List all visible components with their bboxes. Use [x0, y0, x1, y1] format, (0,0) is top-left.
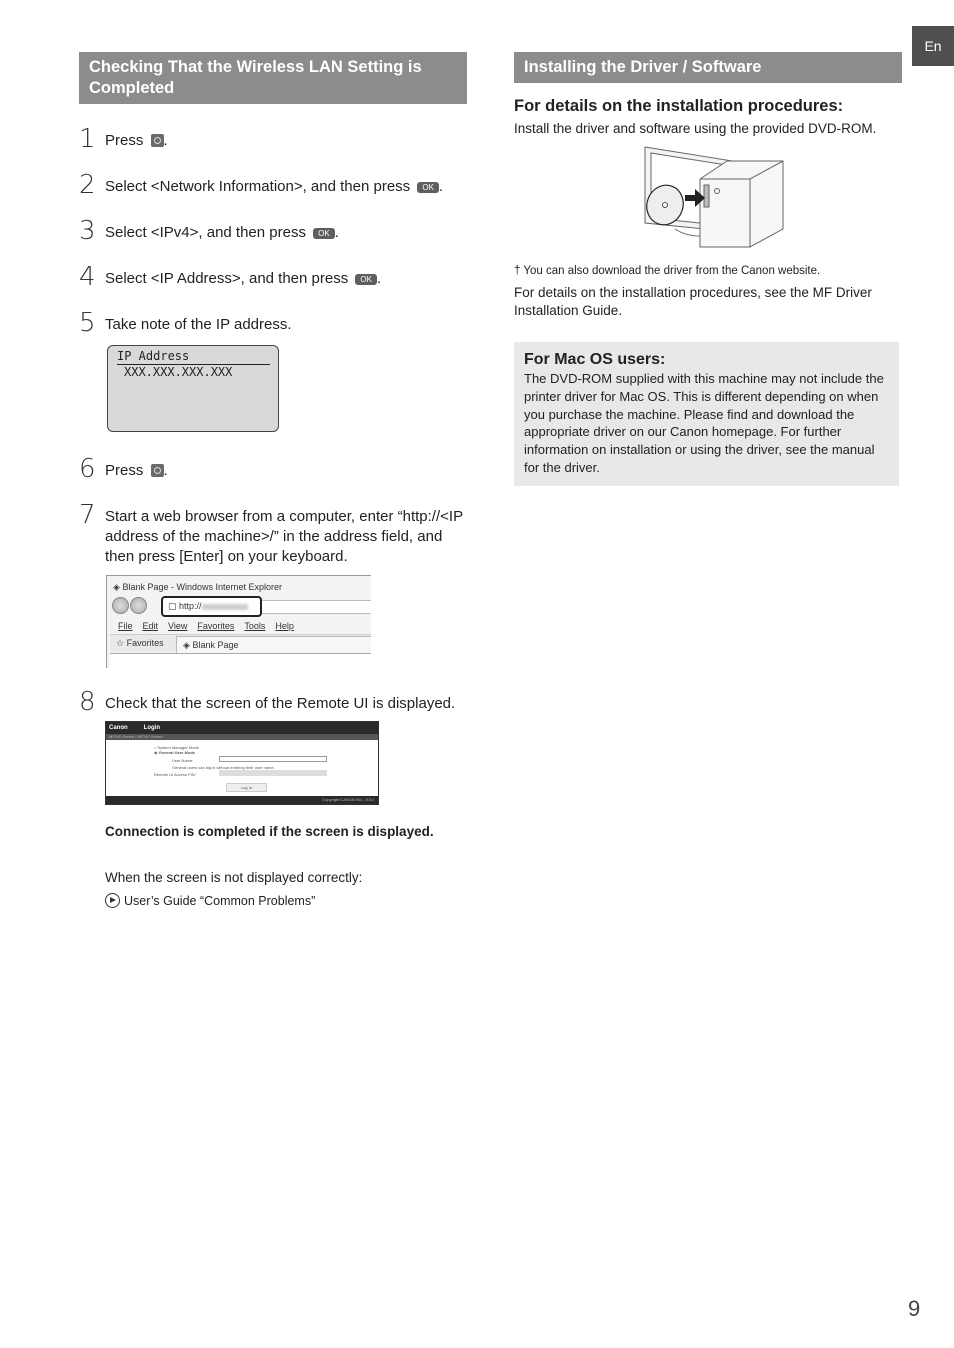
- step-text: Take note of the IP address.: [105, 316, 292, 333]
- forward-icon: [130, 597, 147, 614]
- step-number: 6: [79, 454, 96, 484]
- menu-help: Help: [275, 621, 294, 631]
- step-8: 8 Check that the screen of the Remote UI…: [79, 689, 467, 715]
- step-number: 7: [79, 500, 96, 530]
- lcd-display-illustration: IP Address XXX.XXX.XXX.XXX: [107, 345, 279, 432]
- remote-ui-screenshot: Canon Login MF240 Series / MF240 Series /…: [105, 721, 379, 805]
- section-header-wireless-check: Checking That the Wireless LAN Setting i…: [79, 52, 467, 104]
- pin-label: Remote UI Access PIN:: [154, 772, 196, 777]
- ok-button-icon: OK: [313, 228, 335, 239]
- period: .: [334, 224, 339, 241]
- step-text: Select <IP Address>, and then press: [105, 270, 353, 287]
- blurred-ip: [201, 603, 248, 610]
- page-icon: ▢: [168, 601, 177, 611]
- step-number: 2: [79, 170, 96, 200]
- browser-nav-buttons: [112, 597, 147, 614]
- home-button-icon: [150, 464, 164, 477]
- installation-guide-note: For details on the installation procedur…: [514, 285, 872, 318]
- period: .: [163, 462, 168, 479]
- step-text: Check that the screen of the Remote UI i…: [105, 695, 456, 712]
- language-tab[interactable]: En: [912, 26, 954, 66]
- login-title: Login: [143, 725, 160, 731]
- log-in-button: Log In: [226, 783, 267, 792]
- not-displayed-note: When the screen is not displayed correct…: [105, 870, 363, 885]
- install-intro: Install the driver and software using th…: [514, 121, 877, 136]
- step-1: 1 Press .: [79, 126, 467, 152]
- mac-os-body: The DVD-ROM supplied with this machine m…: [524, 371, 884, 475]
- ie-icon: ◈: [113, 582, 120, 592]
- step-text: Start a web browser from a computer, ent…: [105, 508, 463, 565]
- star-icon: ☆: [116, 638, 125, 648]
- step-4: 4 Select <IP Address>, and then press OK…: [79, 264, 467, 290]
- period: .: [163, 132, 168, 149]
- home-button-icon: [150, 134, 164, 147]
- step-text: Select <IPv4>, and then press: [105, 224, 311, 241]
- lcd-ip-value: XXX.XXX.XXX.XXX: [124, 365, 233, 379]
- pin-field: [219, 770, 327, 776]
- step-number: 3: [79, 216, 96, 246]
- step-7: 7 Start a web browser from a computer, e…: [79, 502, 467, 567]
- page-number: 9: [908, 1296, 921, 1321]
- favorites-bar: ☆ Favorites ◈ Blank Page: [110, 634, 371, 653]
- remote-ui-breadcrumb: MF240 Series / MF240 Series /: [106, 734, 378, 740]
- step-6: 6 Press .: [79, 456, 467, 482]
- ok-button-icon: OK: [417, 182, 439, 193]
- general-user-mode: General User Mode: [158, 750, 196, 755]
- printer-icon: [699, 160, 784, 248]
- menu-edit: Edit: [142, 621, 159, 631]
- menu-view: View: [168, 621, 188, 631]
- step-2: 2 Select <Network Information>, and then…: [79, 172, 467, 198]
- user-name-label: User Name:: [172, 758, 194, 763]
- favorites-label: Favorites: [126, 638, 164, 648]
- step-number: 8: [79, 687, 96, 717]
- step-number: 1: [79, 124, 96, 154]
- canon-logo: Canon: [109, 725, 128, 731]
- dvd-install-illustration: [644, 146, 784, 248]
- menu-tools: Tools: [244, 621, 266, 631]
- mac-os-notice: For Mac OS users: The DVD-ROM supplied w…: [514, 342, 899, 486]
- step-text: Select <Network Information>, and then p…: [105, 178, 415, 195]
- address-text: http://: [179, 601, 202, 611]
- lcd-title: IP Address: [117, 348, 270, 365]
- connection-complete-note: Connection is completed if the screen is…: [105, 824, 434, 839]
- step-5: 5 Take note of the IP address.: [79, 310, 467, 336]
- period: .: [376, 270, 382, 287]
- arrow-circle-icon: [105, 893, 120, 908]
- address-bar-extension: [262, 600, 371, 614]
- step-number: 4: [79, 262, 96, 292]
- browser-content: [110, 653, 371, 668]
- browser-menu-bar: File Edit View Favorites Tools Help: [118, 621, 294, 631]
- step-text: Press: [105, 462, 148, 479]
- installation-subheading: For details on the installation procedur…: [514, 97, 844, 115]
- ok-button-icon: OK: [355, 274, 377, 285]
- browser-title: Blank Page - Windows Internet Explorer: [122, 582, 283, 592]
- menu-favorites: Favorites: [197, 621, 235, 631]
- browser-screenshot: ◈ Blank Page - Windows Internet Explorer…: [106, 575, 371, 668]
- user-name-field: [219, 756, 327, 762]
- download-footnote: † You can also download the driver from …: [514, 265, 821, 277]
- copyright: Copyright CANON INC. 2014: [106, 796, 378, 804]
- step-text: Press: [105, 132, 148, 149]
- menu-file: File: [118, 621, 133, 631]
- tab-label: Blank Page: [192, 640, 239, 650]
- back-icon: [112, 597, 129, 614]
- reference-text: User’s Guide “Common Problems”: [124, 893, 316, 908]
- step-3: 3 Select <IPv4>, and then press OK.: [79, 218, 467, 244]
- ie-icon: ◈: [183, 640, 190, 650]
- address-field: ▢ http://: [161, 596, 262, 617]
- step-number: 5: [79, 308, 96, 338]
- period: .: [438, 178, 444, 195]
- mac-os-title: For Mac OS users:: [524, 351, 666, 368]
- reference-link[interactable]: User’s Guide “Common Problems”: [105, 893, 315, 908]
- section-header-install-driver: Installing the Driver / Software: [514, 52, 902, 83]
